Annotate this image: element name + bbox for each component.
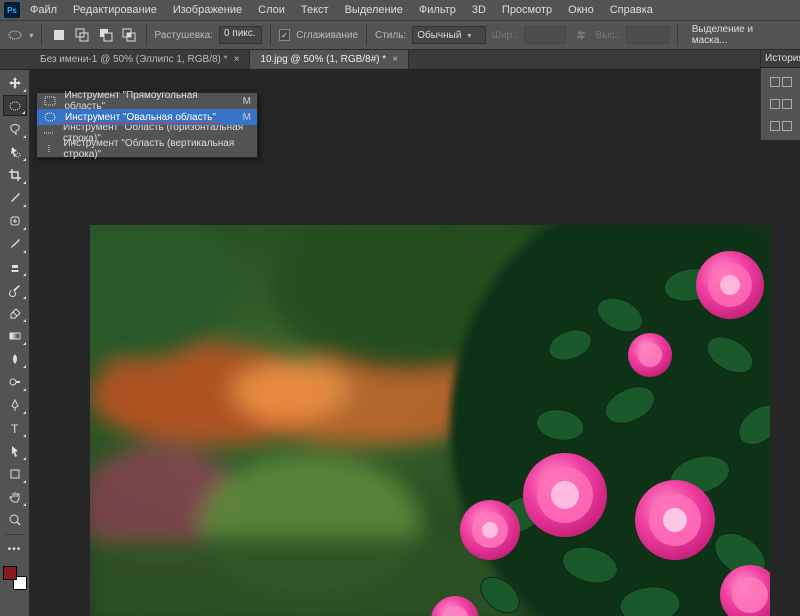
color-swatches[interactable] — [3, 566, 27, 590]
eraser-tool[interactable] — [3, 302, 27, 323]
document-tab[interactable]: 10.jpg @ 50% (1, RGB/8#) * × — [250, 50, 409, 69]
divider — [5, 534, 25, 535]
document-tab[interactable]: Без имени-1 @ 50% (Эллипс 1, RGB/8) * × — [30, 50, 250, 69]
hand-tool[interactable] — [3, 486, 27, 507]
panel-icon[interactable] — [767, 96, 795, 112]
col-marquee-icon — [43, 144, 55, 154]
crop-tool[interactable] — [3, 164, 27, 185]
right-panel: История — [760, 50, 800, 140]
menu-file[interactable]: Файл — [24, 2, 63, 18]
zoom-tool[interactable] — [3, 509, 27, 530]
feather-input[interactable]: 0 пикс. — [219, 26, 262, 44]
style-dropdown[interactable]: Обычный — [412, 26, 486, 44]
brush-tool[interactable] — [3, 233, 27, 254]
blur-tool[interactable] — [3, 348, 27, 369]
marquee-tool-flyout: Инструмент "Прямоугольная область" M Инс… — [36, 92, 258, 158]
clone-stamp-tool[interactable] — [3, 256, 27, 277]
active-tool-icon[interactable] — [6, 26, 23, 44]
menu-image[interactable]: Изображение — [167, 2, 248, 18]
history-panel-tab[interactable]: История — [761, 50, 800, 68]
selection-subtract-icon[interactable] — [97, 26, 114, 44]
healing-brush-tool[interactable] — [3, 210, 27, 231]
marquee-tool[interactable] — [3, 95, 27, 116]
height-input — [626, 26, 669, 44]
select-mask-button[interactable]: Выделение и маска... — [686, 22, 794, 48]
ellipse-marquee-icon — [43, 112, 57, 122]
move-tool[interactable] — [3, 72, 27, 93]
app-icon: Ps — [4, 2, 20, 18]
selection-new-icon[interactable] — [50, 26, 67, 44]
panel-icon-group — [761, 68, 800, 140]
chevron-down-icon[interactable]: ▾ — [29, 31, 33, 40]
tab-label: Без имени-1 @ 50% (Эллипс 1, RGB/8) * — [40, 54, 228, 65]
row-marquee-icon — [43, 128, 55, 138]
style-label: Стиль: — [375, 30, 406, 41]
menu-type[interactable]: Текст — [295, 2, 335, 18]
canvas-area[interactable]: Инструмент "Прямоугольная область" M Инс… — [30, 70, 800, 616]
divider — [677, 24, 678, 46]
flyout-item-single-col[interactable]: Инструмент "Область (вертикальная строка… — [37, 141, 257, 157]
pen-tool[interactable] — [3, 394, 27, 415]
divider — [146, 24, 147, 46]
swap-wh-icon — [572, 26, 589, 44]
tab-label: 10.jpg @ 50% (1, RGB/8#) * — [260, 54, 386, 65]
menu-help[interactable]: Справка — [604, 2, 659, 18]
panel-icon[interactable] — [767, 74, 795, 90]
options-bar: ▾ Растушевка: 0 пикс. ✓ Сглаживание Стил… — [0, 20, 800, 50]
flyout-label: Инструмент "Овальная область" — [65, 112, 216, 123]
lasso-tool[interactable] — [3, 118, 27, 139]
eyedropper-tool[interactable] — [3, 187, 27, 208]
menu-view[interactable]: Просмотр — [496, 2, 558, 18]
selection-add-icon[interactable] — [74, 26, 91, 44]
menu-bar: Ps Файл Редактирование Изображение Слои … — [0, 0, 800, 20]
edit-toolbar-icon[interactable]: ••• — [3, 539, 27, 560]
flyout-item-rectangular[interactable]: Инструмент "Прямоугольная область" M — [37, 93, 257, 109]
rectangle-marquee-icon — [43, 96, 57, 106]
dodge-tool[interactable] — [3, 371, 27, 392]
flyout-item-elliptical[interactable]: Инструмент "Овальная область" M — [37, 109, 257, 125]
divider — [366, 24, 367, 46]
height-label: Выс.: — [596, 30, 620, 41]
divider — [270, 24, 271, 46]
panel-icon[interactable] — [767, 118, 795, 134]
close-icon[interactable]: × — [234, 54, 240, 65]
svg-text:T: T — [11, 422, 19, 435]
antialias-label: Сглаживание — [296, 30, 358, 41]
shortcut-label: M — [243, 96, 251, 107]
close-icon[interactable]: × — [392, 54, 398, 65]
menu-filter[interactable]: Фильтр — [413, 2, 462, 18]
foreground-color-swatch[interactable] — [3, 566, 17, 580]
menu-window[interactable]: Окно — [562, 2, 600, 18]
menu-3d[interactable]: 3D — [466, 2, 492, 18]
path-select-tool[interactable] — [3, 440, 27, 461]
width-label: Шир.: — [492, 30, 518, 41]
type-tool[interactable]: T — [3, 417, 27, 438]
width-input — [524, 26, 567, 44]
flyout-label: Инструмент "Область (вертикальная строка… — [63, 138, 251, 160]
divider — [41, 24, 42, 46]
shape-tool[interactable] — [3, 463, 27, 484]
document-image — [90, 225, 770, 616]
gradient-tool[interactable] — [3, 325, 27, 346]
feather-label: Растушевка: — [155, 30, 213, 41]
annotation-underline — [61, 123, 221, 124]
menu-edit[interactable]: Редактирование — [67, 2, 163, 18]
document-tab-bar: Без имени-1 @ 50% (Эллипс 1, RGB/8) * × … — [0, 50, 800, 70]
selection-intersect-icon[interactable] — [120, 26, 137, 44]
menu-layers[interactable]: Слои — [252, 2, 291, 18]
shortcut-label: M — [243, 112, 251, 123]
history-brush-tool[interactable] — [3, 279, 27, 300]
quick-select-tool[interactable] — [3, 141, 27, 162]
antialias-checkbox[interactable]: ✓ — [279, 29, 291, 41]
tool-panel: T ••• — [0, 70, 30, 616]
menu-select[interactable]: Выделение — [339, 2, 409, 18]
workspace: T ••• Инструмент "Прямоугольная область"… — [0, 70, 800, 616]
